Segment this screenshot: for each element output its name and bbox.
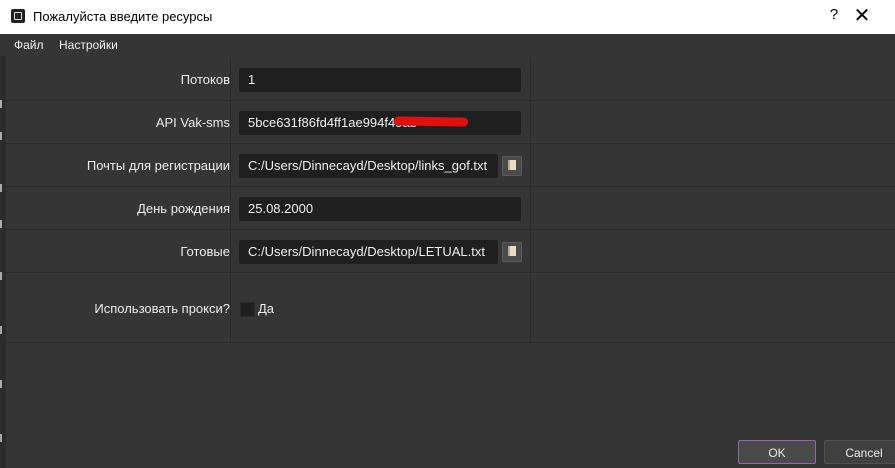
emails-browse-button[interactable] xyxy=(502,156,522,176)
help-icon[interactable]: ? xyxy=(826,6,842,23)
column-divider xyxy=(530,58,531,342)
resources-dialog: Пожалуйста введите ресурсы ? ✕ Файл Наст… xyxy=(0,0,895,468)
ready-path-field[interactable]: C:/Users/Dinnecayd/Desktop/LETUAL.txt xyxy=(239,240,498,264)
birthday-label: День рождения xyxy=(137,201,230,216)
title-bar: Пожалуйста введите ресурсы ? ✕ xyxy=(0,0,895,34)
proxy-checkbox-label[interactable]: Да xyxy=(258,301,274,316)
emails-label: Почты для регистрации xyxy=(86,158,230,173)
book-icon xyxy=(508,246,516,256)
proxy-label: Использовать прокси? xyxy=(94,301,230,316)
window-title: Пожалуйста введите ресурсы xyxy=(33,9,213,24)
ready-browse-button[interactable] xyxy=(502,242,522,262)
close-icon[interactable]: ✕ xyxy=(850,3,874,29)
threads-label: Потоков xyxy=(180,72,230,87)
emails-path-field[interactable]: C:/Users/Dinnecayd/Desktop/links_gof.txt xyxy=(239,154,498,178)
api-key-field[interactable]: 5bce631f86fd4ff1ae994f45ab xyxy=(239,111,521,135)
form-row: Использовать прокси? xyxy=(6,273,895,343)
ready-label: Готовые xyxy=(180,244,230,259)
ok-button[interactable]: OK xyxy=(738,440,816,464)
api-key-label: API Vak-sms xyxy=(155,115,230,130)
redaction-mark xyxy=(393,116,469,127)
background-mark xyxy=(0,434,7,442)
birthday-field[interactable]: 25.08.2000 xyxy=(239,197,521,221)
menu-settings[interactable]: Настройки xyxy=(59,38,118,52)
proxy-checkbox[interactable] xyxy=(240,302,255,317)
app-icon xyxy=(11,9,25,23)
menu-bar: Файл Настройки xyxy=(0,34,895,56)
book-icon xyxy=(508,160,516,170)
column-divider xyxy=(230,58,231,342)
threads-field[interactable]: 1 xyxy=(239,68,521,92)
background-mark xyxy=(0,380,7,388)
menu-file[interactable]: Файл xyxy=(14,38,44,52)
cancel-button[interactable]: Cancel xyxy=(824,440,895,464)
